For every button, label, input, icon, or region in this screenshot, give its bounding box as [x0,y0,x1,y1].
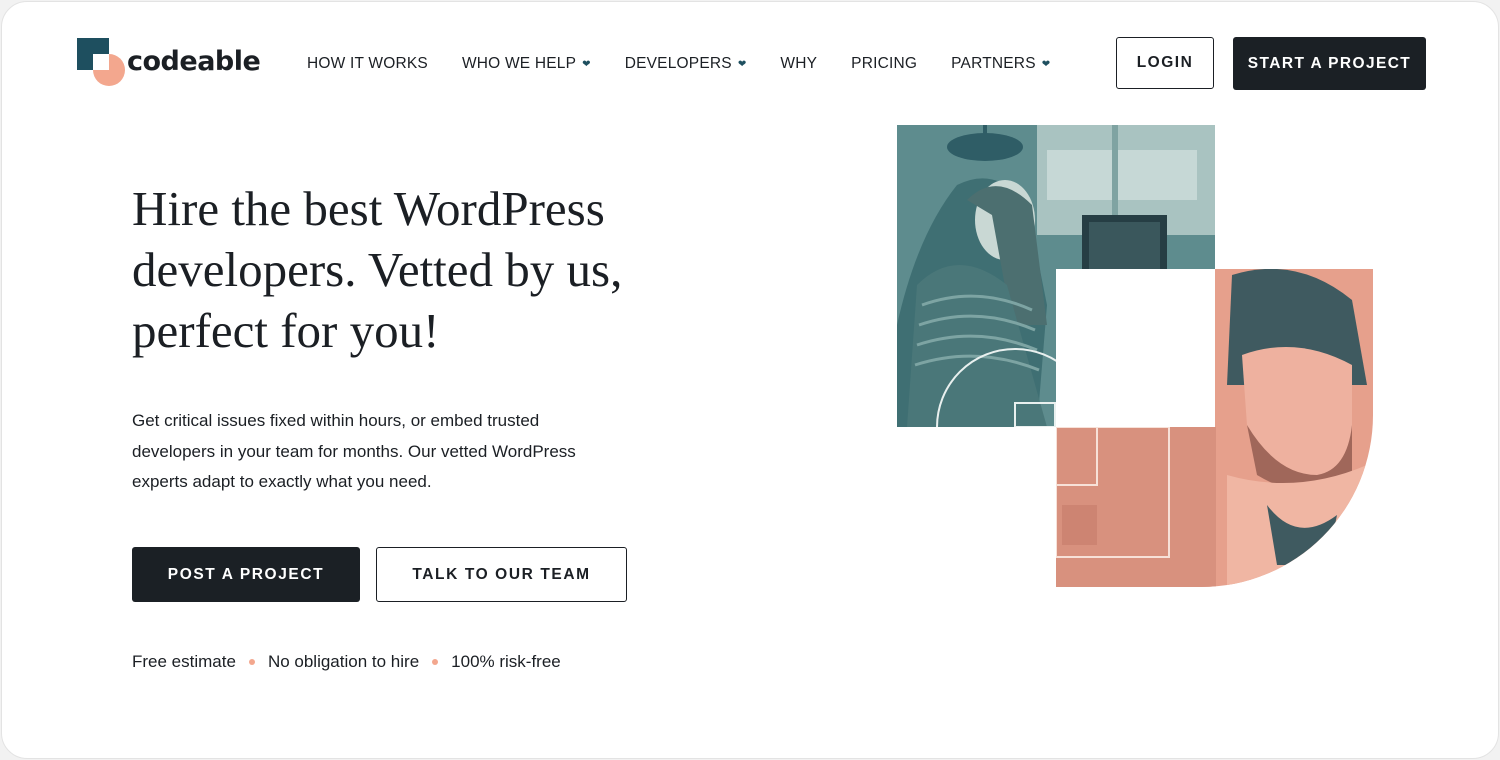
chevron-down-icon: ❤ [737,58,747,70]
hero-subtext: Get critical issues fixed within hours, … [132,406,632,498]
nav-label: WHO WE HELP [461,55,577,72]
perk-risk-free: 100% risk-free [451,652,561,671]
chevron-down-icon: ❤ [1041,58,1051,70]
subtext-line: Get critical issues fixed within hours, … [132,411,540,430]
nav-who-we-help[interactable]: WHO WE HELP ❤ [462,55,591,73]
nav-partners[interactable]: PARTNERS ❤ [951,55,1050,73]
headline-line: Hire the best WordPress [132,181,605,236]
login-button[interactable]: LOGIN [1116,37,1214,89]
nav-developers[interactable]: DEVELOPERS ❤ [625,55,747,73]
page-frame: codeable HOW IT WORKS WHO WE HELP ❤ DEVE… [1,1,1499,759]
nav-how-it-works[interactable]: HOW IT WORKS [307,55,428,73]
talk-to-team-button[interactable]: TALK TO OUR TEAM [376,547,627,602]
nav-label: DEVELOPERS [624,55,732,72]
headline-line: developers. Vetted by us, [132,242,623,297]
codeable-logo[interactable]: codeable [77,38,261,88]
subtext-line: experts adapt to exactly what you need. [132,472,432,491]
nav-label: PARTNERS [951,55,1036,72]
start-project-button[interactable]: START A PROJECT [1233,37,1426,90]
hero-illustration [897,125,1373,587]
main-nav: HOW IT WORKS WHO WE HELP ❤ DEVELOPERS ❤ … [307,52,1084,76]
subtext-line: developers in your team for months. Our … [132,441,576,461]
codeable-logo-icon [77,38,127,88]
perk-no-obligation: No obligation to hire [267,652,420,671]
bullet-dot [432,659,439,665]
hero-headline: Hire the best WordPress developers. Vett… [132,178,692,361]
nav-label: WHY [780,55,818,72]
logo-wordmark: codeable [127,45,261,77]
white-square-shape [1056,269,1215,427]
nav-why[interactable]: WHY [780,55,817,73]
headline-line: perfect for you! [132,303,440,358]
chevron-down-icon: ❤ [582,58,591,70]
post-project-button[interactable]: POST A PROJECT [132,547,360,602]
nav-pricing[interactable]: PRICING [851,55,917,73]
nav-label: HOW IT WORKS [307,55,428,72]
perks-list: Free estimate No obligation to hire 100%… [132,652,561,672]
perk-free-estimate: Free estimate [132,652,236,671]
nav-label: PRICING [851,55,918,72]
bullet-dot [248,659,255,665]
